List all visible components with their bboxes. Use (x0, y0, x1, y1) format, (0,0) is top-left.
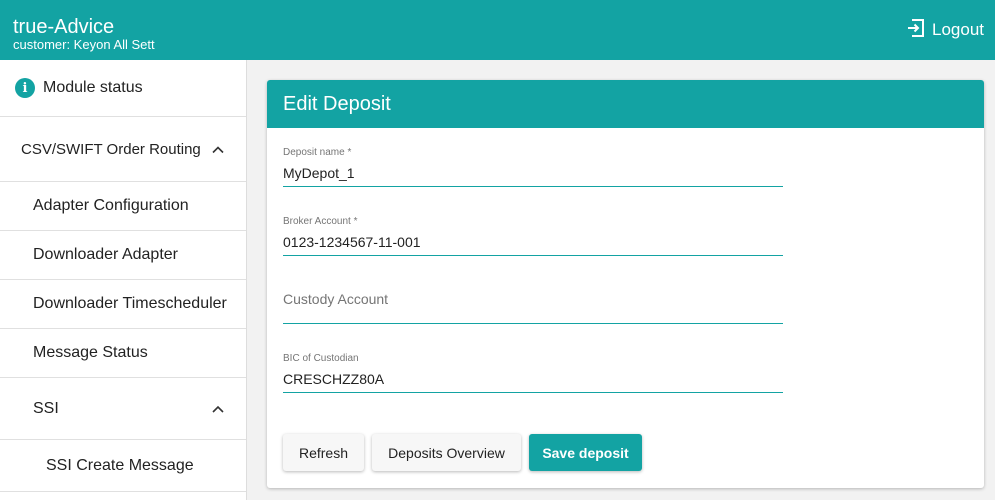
sidebar-section-ssi[interactable]: SSI (0, 378, 246, 440)
chevron-up-icon (212, 400, 224, 418)
sidebar-item-label: Downloader Adapter (33, 246, 178, 263)
sidebar-item-label: Downloader Timescheduler (33, 295, 227, 312)
custody-account-field[interactable] (283, 284, 783, 324)
deposits-overview-button[interactable]: Deposits Overview (372, 434, 521, 471)
bic-custodian-input[interactable] (283, 371, 783, 387)
sidebar-section-label: CSV/SWIFT Order Routing (21, 140, 201, 158)
sidebar: i Module status CSV/SWIFT Order Routing … (0, 60, 247, 500)
sidebar-item-label: Adapter Configuration (33, 197, 189, 214)
card-title: Edit Deposit (267, 80, 984, 128)
refresh-button[interactable]: Refresh (283, 434, 364, 471)
edit-deposit-card: Edit Deposit Deposit name * Broker Accou… (267, 80, 984, 488)
logout-label: Logout (932, 20, 984, 39)
sidebar-item-label: Module status (43, 79, 143, 96)
sidebar-item-downloader-timescheduler[interactable]: Downloader Timescheduler (0, 280, 246, 329)
chevron-up-icon (212, 141, 224, 158)
top-bar: true-Advice customer: Keyon All Sett Log… (0, 0, 995, 60)
sidebar-item-downloader-adapter[interactable]: Downloader Adapter (0, 231, 246, 280)
broker-account-input[interactable] (283, 234, 783, 250)
custody-account-input[interactable] (283, 291, 783, 307)
sidebar-section-order-routing[interactable]: CSV/SWIFT Order Routing (0, 117, 246, 182)
customer-label: customer: Keyon All Sett (13, 37, 155, 52)
sidebar-item-adapter-configuration[interactable]: Adapter Configuration (0, 182, 246, 231)
logout-button[interactable]: Logout (906, 18, 984, 42)
broker-account-label: Broker Account * (283, 216, 358, 227)
bic-custodian-label: BIC of Custodian (283, 353, 359, 364)
broker-account-field[interactable]: Broker Account * (283, 216, 783, 256)
bic-custodian-field[interactable]: BIC of Custodian (283, 353, 783, 393)
sidebar-section-label: SSI (33, 399, 59, 417)
deposit-name-input[interactable] (283, 165, 783, 181)
sidebar-item-module-status[interactable]: i Module status (0, 60, 246, 117)
sidebar-item-message-status[interactable]: Message Status (0, 329, 246, 378)
sidebar-item-ssi-create-message[interactable]: SSI Create Message (0, 440, 246, 492)
deposit-name-field[interactable]: Deposit name * (283, 147, 783, 187)
deposit-name-label: Deposit name * (283, 147, 352, 158)
app-title: true-Advice (13, 16, 115, 38)
info-icon: i (15, 78, 35, 98)
save-deposit-button[interactable]: Save deposit (529, 434, 642, 471)
sidebar-item-label: Message Status (33, 344, 148, 361)
logout-icon (906, 18, 932, 43)
sidebar-item-label: SSI Create Message (46, 456, 194, 474)
